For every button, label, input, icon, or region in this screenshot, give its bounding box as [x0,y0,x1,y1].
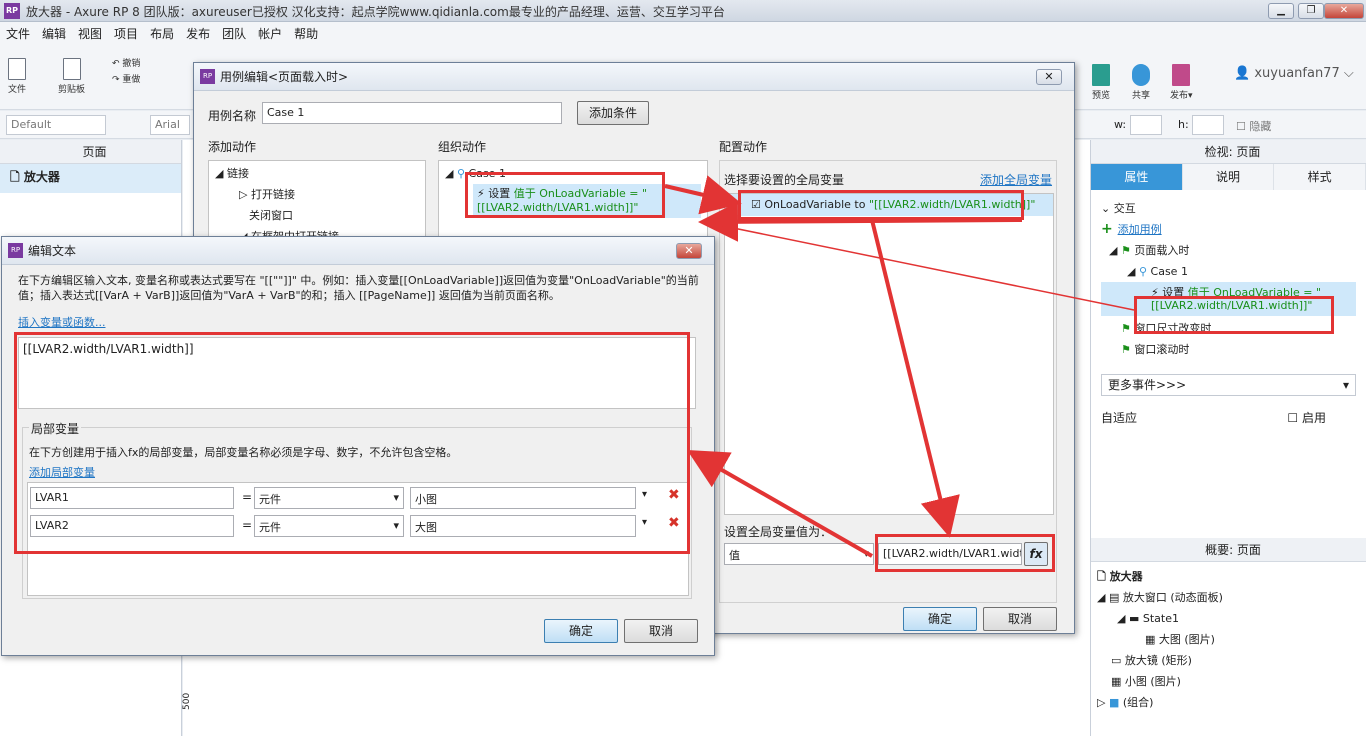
arrow-to-value-box [870,219,960,538]
arrow-to-local-vars [687,450,873,558]
annotation-arrows [664,175,1135,558]
thin-arrow-inspector [703,221,1135,311]
arrow-to-global-var [664,175,742,215]
arrow-to-edit-dialog [698,201,1023,242]
